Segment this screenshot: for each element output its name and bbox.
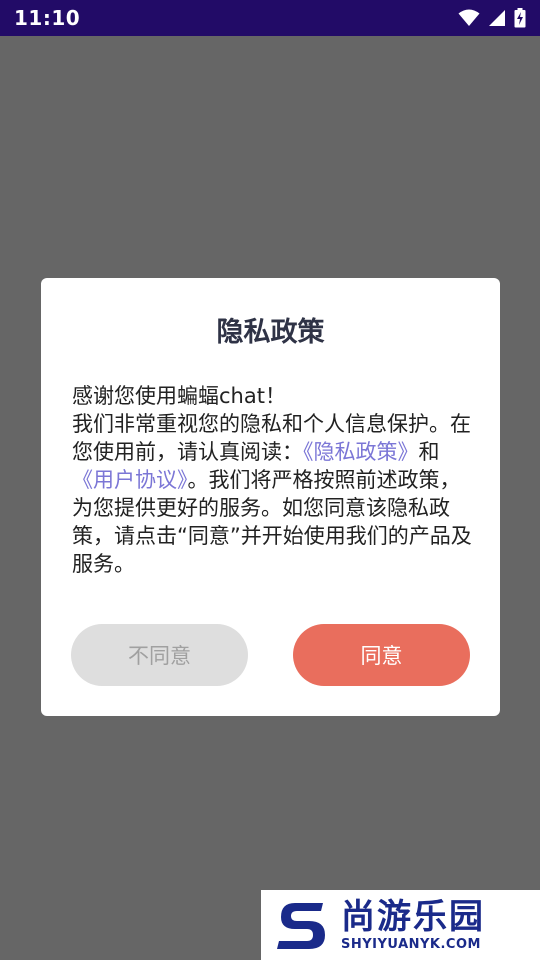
dialog-body: 感谢您使用蝙蝠chat！ 我们非常重视您的隐私和个人信息保护。在您使用前，请认真… <box>72 382 472 578</box>
status-time: 11:10 <box>14 6 81 30</box>
status-icons <box>458 8 526 28</box>
wifi-icon <box>458 9 480 27</box>
status-bar: 11:10 <box>0 0 540 36</box>
battery-charging-icon <box>514 8 526 28</box>
watermark-cn: 尚游乐园 <box>341 897 485 937</box>
cellular-signal-icon <box>488 9 506 27</box>
privacy-policy-link[interactable]: 《隐私政策》 <box>303 440 419 464</box>
dialog-title: 隐私政策 <box>216 317 325 348</box>
policy-paragraph: 我们非常重视您的隐私和个人信息保护。在您使用前，请认真阅读：《隐私政策》和《用户… <box>72 410 472 578</box>
watermark-logo-icon <box>277 903 325 949</box>
watermark-text: 尚游乐园 SHYIYUANYK.COM <box>341 897 485 953</box>
watermark-en: SHYIYUANYK.COM <box>341 937 481 952</box>
privacy-policy-dialog: 隐私政策 感谢您使用蝙蝠chat！ 我们非常重视您的隐私和个人信息保护。在您使用… <box>41 278 500 716</box>
watermark: 尚游乐园 SHYIYUANYK.COM <box>261 890 540 960</box>
user-agreement-link[interactable]: 《用户协议》 <box>72 468 188 492</box>
agree-button[interactable]: 同意 <box>293 624 470 686</box>
disagree-button[interactable]: 不同意 <box>71 624 248 686</box>
and-text: 和 <box>418 440 440 464</box>
welcome-line: 感谢您使用蝙蝠chat！ <box>72 384 286 408</box>
